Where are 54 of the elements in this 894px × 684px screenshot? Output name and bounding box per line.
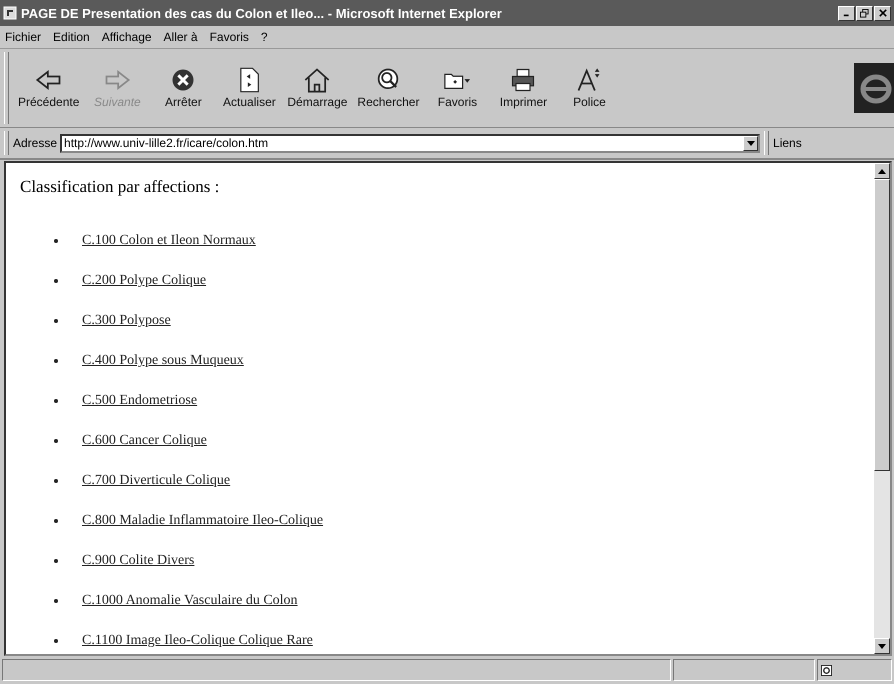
category-link[interactable]: C.800 Maladie Inflammatoire Ileo-Colique [82, 513, 324, 529]
bullet [54, 319, 58, 323]
toolbar-button[interactable]: Imprimer [490, 67, 556, 109]
scroll-down-icon[interactable] [878, 644, 886, 648]
menu-item[interactable]: Affichage [102, 30, 152, 44]
page-heading: Classification par affections : [20, 177, 220, 197]
toolbar-button[interactable]: Précédente [13, 67, 84, 109]
category-link[interactable]: C.300 Polypose [82, 313, 171, 329]
bullet [54, 479, 58, 483]
category-link[interactable]: C.500 Endometriose [82, 393, 198, 409]
bullet [54, 279, 58, 283]
toolbar-button[interactable]: Démarrage [282, 67, 352, 109]
page-icon [3, 6, 17, 20]
bullet [54, 439, 58, 443]
menu-item[interactable]: Edition [53, 30, 90, 44]
restore-icon [860, 8, 869, 18]
menu-item[interactable]: Fichier [5, 30, 42, 44]
toolbar-button[interactable]: Rechercher [352, 67, 424, 109]
restore-button[interactable] [856, 6, 873, 20]
bullet [54, 519, 58, 523]
bullet [54, 359, 58, 363]
minimize-button[interactable] [838, 6, 855, 20]
close-icon [878, 9, 886, 17]
window-title: PAGE DE Presentation des cas du Colon et Ileo... - Microsoft Internet Explorer [21, 6, 503, 20]
toolbar-button[interactable]: Actualiser [216, 67, 282, 109]
menu-item[interactable]: ? [260, 30, 268, 44]
bullet [54, 399, 58, 403]
scrollbar[interactable] [874, 163, 890, 654]
address-label: Adresse [13, 136, 58, 150]
category-link[interactable]: C.600 Cancer Colique [82, 433, 207, 449]
bullet [54, 599, 58, 603]
zone-icon [821, 664, 832, 676]
category-link[interactable]: C.900 Colite Divers [82, 553, 194, 569]
bullet [54, 639, 58, 643]
home-icon [303, 67, 332, 93]
menu-item[interactable]: Aller à [164, 30, 198, 44]
category-link[interactable]: C.200 Polype Colique [82, 273, 206, 289]
category-link[interactable]: C.400 Polype sous Muqueux [82, 353, 244, 369]
bullet [54, 239, 58, 243]
toolbar-button[interactable]: Arrêter [150, 67, 216, 109]
browser-logo [854, 62, 894, 114]
category-link[interactable]: C.1000 Anomalie Vasculaire du Colon [82, 593, 298, 609]
category-link[interactable]: C.700 Diverticule Colique [82, 473, 230, 489]
category-link[interactable]: C.100 Colon et Ileon Normaux [82, 233, 256, 249]
dropdown-icon [746, 140, 755, 146]
links-label[interactable]: Liens [773, 136, 802, 150]
menu-item[interactable]: Favoris [210, 30, 249, 44]
toolbar-button[interactable]: Police [556, 67, 622, 109]
scroll-up-icon[interactable] [878, 168, 886, 174]
category-link[interactable]: C.1100 Image Ileo-Colique Colique Rare [82, 633, 313, 649]
bullet [54, 559, 58, 563]
close-button[interactable] [874, 6, 891, 20]
toolbar-button[interactable]: Favoris [424, 67, 490, 109]
address-field[interactable]: http://www.univ-lille2.fr/icare/colon.htm [60, 134, 760, 152]
